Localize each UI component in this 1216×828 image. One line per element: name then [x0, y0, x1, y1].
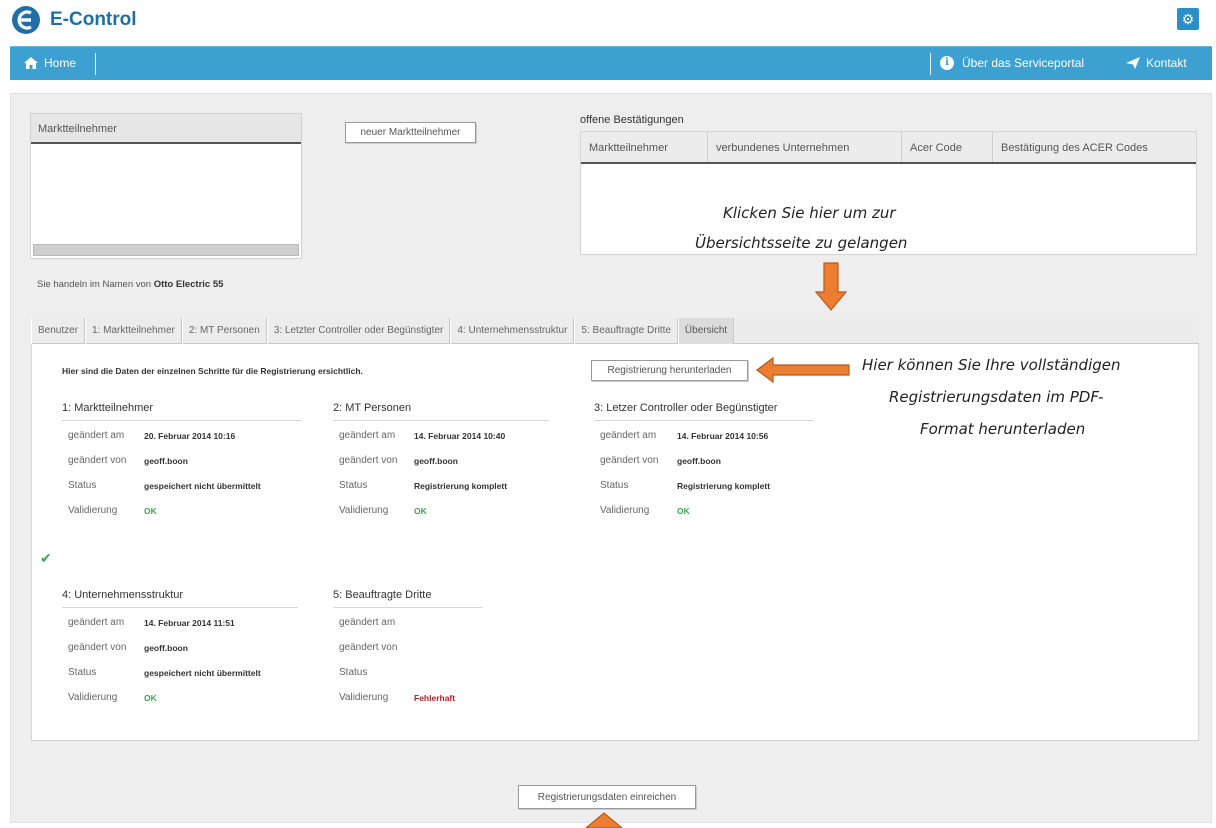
- validation-label: Validierung: [68, 692, 118, 703]
- download-hint-line1: Hier können Sie Ihre vollständigen: [862, 356, 1121, 374]
- changed-at-value: 14. Februar 2014 10:40: [414, 431, 506, 441]
- download-hint-line3: Format herunterladen: [920, 420, 1086, 438]
- validation-value: Fehlerhaft: [414, 693, 456, 703]
- registration-tabs: Benutzer 1: Marktteilnehmer 2: MT Person…: [31, 318, 1199, 344]
- changed-by-label: geändert von: [68, 642, 127, 653]
- tab-letzter-controller[interactable]: 3: Letzter Controller oder Begünstigter: [266, 318, 451, 344]
- status-label: Status: [68, 480, 97, 491]
- changed-at-value: 20. Februar 2014 10:16: [144, 431, 236, 441]
- status-label: Status: [600, 480, 629, 491]
- changed-by-label: geändert von: [339, 455, 398, 466]
- section-title: 4: Unternehmensstruktur: [62, 589, 298, 608]
- section-unternehmensstruktur: 4: Unternehmensstruktur geändert am 14. F…: [62, 589, 298, 708]
- overview-info-text: Hier sind die Daten der einzelnen Schrit…: [62, 366, 363, 376]
- checkmark-icon: ✔: [40, 550, 52, 566]
- changed-by-label: geändert von: [68, 455, 127, 466]
- overview-hint-line1: Klicken Sie hier um zur: [723, 204, 896, 222]
- arrow-up-icon: [585, 812, 623, 828]
- changed-by-value: geoff.boon: [144, 456, 188, 466]
- arrow-down-icon: [815, 262, 847, 311]
- nav-home-label: Home: [44, 56, 77, 70]
- gear-icon[interactable]: ⚙: [1177, 8, 1199, 30]
- section-marktteilnehmer: 1: Marktteilnehmer geändert am 20. Februa…: [62, 402, 302, 521]
- validation-label: Validierung: [339, 692, 389, 703]
- acting-as-label: Sie handeln im Namen von: [37, 279, 152, 290]
- changed-by-label: geändert von: [339, 642, 398, 653]
- download-hint-line2: Registrierungsdaten im PDF-: [889, 388, 1104, 406]
- status-value: gespeichert nicht übermittelt: [144, 668, 261, 678]
- top-bar: E-Control ⚙: [0, 0, 1216, 44]
- new-marktteilnehmer-button[interactable]: neuer Marktteilnehmer: [345, 122, 476, 143]
- submit-registration-button[interactable]: Registrierungsdaten einreichen: [518, 785, 696, 809]
- validation-value: OK: [144, 506, 157, 516]
- section-beauftragte-dritte: 5: Beauftragte Dritte geändert am geände…: [333, 589, 483, 708]
- changed-by-label: geändert von: [600, 455, 659, 466]
- tab-unternehmensstruktur[interactable]: 4: Unternehmensstruktur: [450, 318, 575, 344]
- acting-as-info: Sie handeln im Namen von Otto Electric 5…: [37, 279, 223, 290]
- validation-value: OK: [414, 506, 427, 516]
- section-letzter-controller: 3: Letzer Controller oder Begünstigter g…: [594, 402, 814, 521]
- tab-beauftragte-dritte[interactable]: 5: Beauftragte Dritte: [574, 318, 678, 344]
- validation-label: Validierung: [68, 505, 118, 516]
- app-title[interactable]: E-Control: [50, 9, 137, 31]
- nav-about-label: Über das Serviceportal: [962, 56, 1085, 70]
- status-value: Registrierung komplett: [677, 481, 771, 491]
- horizontal-scrollbar[interactable]: [33, 244, 299, 256]
- marktteilnehmer-list-header: Marktteilnehmer: [31, 114, 301, 144]
- section-title: 5: Beauftragte Dritte: [333, 589, 483, 608]
- marktteilnehmer-list[interactable]: Marktteilnehmer: [30, 113, 302, 259]
- validation-label: Validierung: [339, 505, 389, 516]
- acting-as-name: Otto Electric 55: [153, 279, 224, 290]
- column-header[interactable]: Acer Code: [902, 132, 993, 162]
- changed-by-value: geoff.boon: [414, 456, 458, 466]
- open-confirmations-title: offene Bestätigungen: [580, 114, 684, 126]
- changed-by-value: geoff.boon: [144, 643, 188, 653]
- tab-benutzer[interactable]: Benutzer: [31, 318, 86, 344]
- e-control-logo-icon: [12, 6, 40, 34]
- tab-uebersicht[interactable]: Übersicht: [677, 318, 735, 344]
- changed-at-label: geändert am: [600, 430, 657, 441]
- changed-by-value: geoff.boon: [677, 456, 721, 466]
- section-title: 2: MT Personen: [333, 402, 549, 421]
- changed-at-label: geändert am: [339, 430, 396, 441]
- column-header[interactable]: Bestätigung des ACER Codes: [993, 132, 1196, 162]
- validation-value: OK: [144, 693, 157, 703]
- home-icon: [24, 57, 38, 69]
- column-header[interactable]: Marktteilnehmer: [581, 132, 708, 162]
- section-title: 3: Letzer Controller oder Begünstigter: [594, 402, 814, 421]
- section-title: 1: Marktteilnehmer: [62, 402, 302, 421]
- status-label: Status: [339, 667, 368, 678]
- validation-value: OK: [677, 506, 690, 516]
- nav-divider: [930, 53, 931, 75]
- changed-at-label: geändert am: [68, 430, 125, 441]
- column-header[interactable]: verbundenes Unternehmen: [708, 132, 902, 162]
- nav-about-link[interactable]: i Über das Serviceportal: [940, 56, 1084, 70]
- changed-at-label: geändert am: [68, 617, 125, 628]
- status-label: Status: [339, 480, 368, 491]
- tab-marktteilnehmer[interactable]: 1: Marktteilnehmer: [85, 318, 182, 344]
- arrow-left-icon: [756, 356, 850, 384]
- status-value: gespeichert nicht übermittelt: [144, 481, 261, 491]
- changed-at-label: geändert am: [339, 617, 396, 628]
- section-mt-personen: 2: MT Personen geändert am 14. Februar 20…: [333, 402, 549, 521]
- changed-at-value: 14. Februar 2014 10:56: [677, 431, 769, 441]
- changed-at-value: 14. Februar 2014 11:51: [144, 618, 235, 628]
- validation-label: Validierung: [600, 505, 650, 516]
- main-navbar: Home i Über das Serviceportal Kontakt: [10, 46, 1212, 80]
- tab-mt-personen[interactable]: 2: MT Personen: [181, 318, 267, 344]
- paper-plane-icon: [1126, 57, 1140, 69]
- info-icon: i: [940, 56, 954, 70]
- table-header: Marktteilnehmer verbundenes Unternehmen …: [581, 132, 1196, 164]
- overview-hint-line2: Übersichtsseite zu gelangen: [695, 234, 908, 252]
- download-registration-button[interactable]: Registrierung herunterladen: [591, 360, 748, 381]
- status-value: Registrierung komplett: [414, 481, 508, 491]
- status-label: Status: [68, 667, 97, 678]
- nav-divider: [95, 53, 96, 75]
- nav-contact-label: Kontakt: [1146, 56, 1187, 70]
- nav-contact-link[interactable]: Kontakt: [1126, 56, 1187, 70]
- nav-home-link[interactable]: Home: [24, 56, 76, 70]
